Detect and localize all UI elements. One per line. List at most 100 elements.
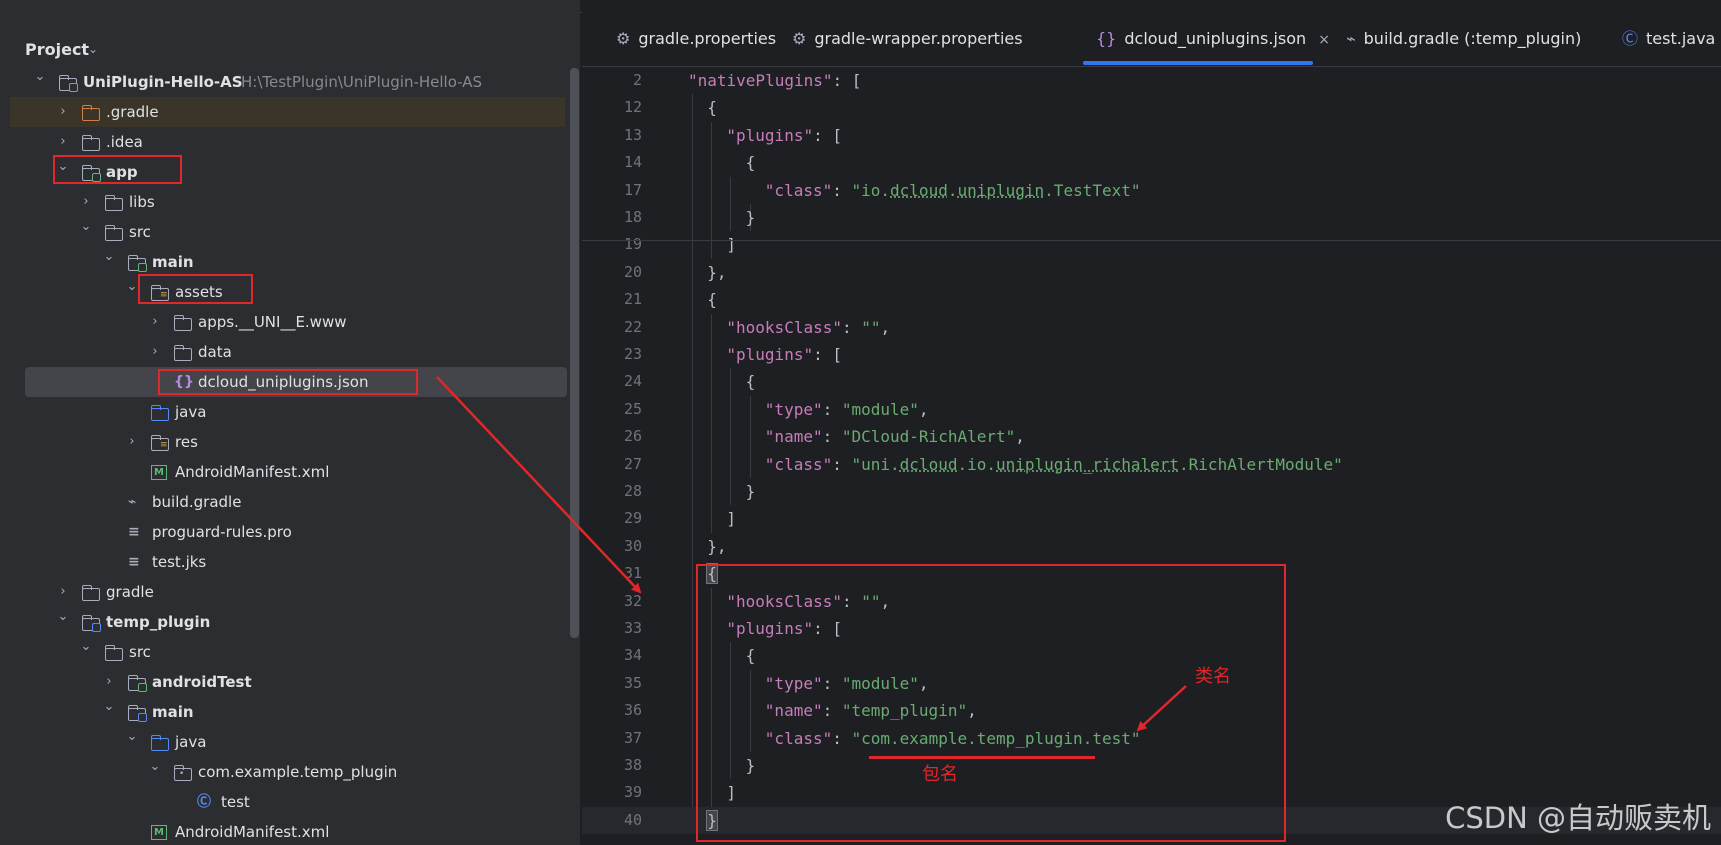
chevron-down-icon[interactable]: ⌄ xyxy=(102,692,116,722)
tree-item[interactable]: › androidTest xyxy=(10,667,565,697)
line-number: 22 xyxy=(623,317,642,336)
tree-item-label: apps.__UNI__E.www xyxy=(198,313,347,331)
tree-item[interactable]: ⌄ src xyxy=(10,217,565,247)
sticky-lines-separator xyxy=(582,240,1721,241)
editor-tab[interactable]: ⌁ build.gradle (:temp_plugin) xyxy=(1346,12,1581,66)
json-punctuation: { xyxy=(707,290,717,310)
line-number: 38 xyxy=(623,756,642,774)
json-punctuation: : xyxy=(832,454,852,474)
tree-item[interactable]: java xyxy=(10,397,565,427)
text-file-icon: ≡ xyxy=(128,524,140,540)
code-line[interactable]: 26 "name": "DCloud-RichAlert", xyxy=(582,423,1721,450)
tree-item[interactable]: M AndroidManifest.xml xyxy=(10,817,565,845)
code-line[interactable]: 20}, xyxy=(582,259,1721,286)
tree-item[interactable]: ≡ test.jks xyxy=(10,547,565,577)
highlight-box-new-plugin xyxy=(696,564,1286,842)
json-punctuation: : xyxy=(822,427,842,447)
code-line[interactable]: 24 { xyxy=(582,368,1721,395)
tree-item[interactable]: ⌄ temp_plugin xyxy=(10,607,565,637)
line-number: 25 xyxy=(623,399,642,418)
tree-item[interactable]: › apps.__UNI__E.www xyxy=(10,307,565,337)
chevron-down-icon[interactable]: ⌄ xyxy=(125,272,139,302)
highlight-box-app xyxy=(53,155,182,184)
tree-item[interactable]: › .idea xyxy=(10,127,565,157)
tree-item[interactable]: M AndroidManifest.xml xyxy=(10,457,565,487)
tree-item[interactable]: › libs xyxy=(10,187,565,217)
line-number: 18 xyxy=(623,208,642,226)
editor-tab[interactable]: ⚙ gradle.properties xyxy=(616,12,776,66)
tree-item[interactable]: ≡ proguard-rules.pro xyxy=(10,517,565,547)
code-line[interactable]: 19] xyxy=(582,231,1721,258)
code-line[interactable]: 14 { xyxy=(582,149,1721,176)
json-key: "name" xyxy=(764,427,823,447)
code-line[interactable]: 2 "nativePlugins": [ xyxy=(582,67,1721,94)
package-folder-icon: • xyxy=(174,765,192,781)
tree-item[interactable]: › gradle xyxy=(10,577,565,607)
json-punctuation: { xyxy=(745,372,756,392)
tree-item-label: src xyxy=(129,643,151,661)
code-line[interactable]: 12 { xyxy=(582,94,1721,121)
chevron-right-icon[interactable]: › xyxy=(56,97,70,127)
chevron-down-icon[interactable]: ⌄ xyxy=(33,62,47,92)
json-punctuation: : xyxy=(841,317,862,337)
tree-item[interactable]: ⌄ • com.example.temp_plugin xyxy=(10,757,565,787)
project-scrollbar[interactable] xyxy=(570,68,579,638)
code-line[interactable]: 13 "plugins": [ xyxy=(582,122,1721,149)
editor-tab[interactable]: {} dcloud_uniplugins.json × xyxy=(1096,12,1330,66)
chevron-down-icon[interactable]: ⌄ xyxy=(56,602,70,632)
json-punctuation: { xyxy=(707,98,717,118)
line-number: 23 xyxy=(623,345,642,363)
chevron-down-icon[interactable]: ⌄ xyxy=(148,752,162,782)
editor-scrollbar[interactable] xyxy=(1707,67,1721,845)
line-number: 19 xyxy=(623,235,642,254)
code-line[interactable]: 23 "plugins": [ xyxy=(582,341,1721,368)
json-punctuation: }, xyxy=(707,262,727,282)
project-path-hint: H:\TestPlugin\UniPlugin-Hello-AS xyxy=(241,73,483,91)
tree-item[interactable]: ⌄ main xyxy=(10,247,565,277)
module-folder-blue-icon xyxy=(82,615,101,632)
line-number: 13 xyxy=(623,125,642,144)
chevron-right-icon[interactable]: › xyxy=(148,307,162,337)
chevron-down-icon[interactable]: ⌄ xyxy=(88,42,98,56)
tree-item[interactable]: › ≡ res xyxy=(10,427,565,457)
line-number: 24 xyxy=(623,372,642,391)
tree-item[interactable]: ⌄ ≡ assets xyxy=(10,277,565,307)
chevron-right-icon[interactable]: › xyxy=(148,337,162,367)
resource-folder-icon: ≡ xyxy=(151,435,169,451)
tree-item[interactable]: ⌁ build.gradle xyxy=(10,487,565,517)
code-line[interactable]: 18} xyxy=(582,204,1721,231)
tree-item[interactable]: ⌄ src xyxy=(10,637,565,667)
code-line[interactable]: 25 "type": "module", xyxy=(582,396,1721,423)
chevron-down-icon[interactable]: ⌄ xyxy=(102,242,116,272)
tree-item[interactable]: ⌄ UniPlugin-Hello-AS H:\TestPlugin\UniPlug… xyxy=(10,67,565,97)
tree-item[interactable]: ⌄ main xyxy=(10,697,565,727)
editor-tab[interactable]: ⚙ gradle-wrapper.properties xyxy=(792,12,1023,66)
close-icon[interactable]: × xyxy=(1318,32,1330,48)
project-panel-header[interactable]: Project ⌄ xyxy=(0,12,580,68)
line-number: 40 xyxy=(623,810,642,829)
project-title[interactable]: Project xyxy=(25,40,89,59)
tree-item[interactable]: Ⓒtest xyxy=(10,787,565,817)
code-line[interactable]: 17 "class": "io.dcloud.uniplugin.TestText… xyxy=(582,177,1721,204)
code-line[interactable]: 28} xyxy=(582,478,1721,505)
code-line[interactable]: 30}, xyxy=(582,533,1721,560)
chevron-down-icon[interactable]: ⌄ xyxy=(125,722,139,752)
code-line[interactable]: 29] xyxy=(582,505,1721,532)
code-line[interactable]: 22 "hooksClass": "", xyxy=(582,314,1721,341)
code-line[interactable]: 27 "class": "uni.dcloud.io.uniplugin_rich… xyxy=(582,451,1721,478)
editor-tab[interactable]: Ⓒtest.java xyxy=(1622,12,1715,66)
active-tab-indicator xyxy=(1083,61,1313,65)
tree-item-label: java xyxy=(175,733,207,751)
code-line[interactable]: 21 { xyxy=(582,286,1721,313)
tree-item[interactable]: › data xyxy=(10,337,565,367)
code-text: "class": "io.dcloud.uniplugin.TestText" xyxy=(765,177,1141,204)
line-number: 27 xyxy=(623,454,642,473)
tree-item[interactable]: ⌄ java xyxy=(10,727,565,757)
chevron-down-icon[interactable]: ⌄ xyxy=(79,212,93,242)
chevron-right-icon[interactable]: › xyxy=(125,427,139,457)
json-string: "uni.dcloud.io.uniplugin_richalert.RichA… xyxy=(851,454,1343,474)
folder-icon xyxy=(82,585,100,601)
chevron-down-icon[interactable]: ⌄ xyxy=(79,632,93,662)
tree-item[interactable]: › .gradle xyxy=(10,97,565,127)
tree-item-label: src xyxy=(129,223,151,241)
